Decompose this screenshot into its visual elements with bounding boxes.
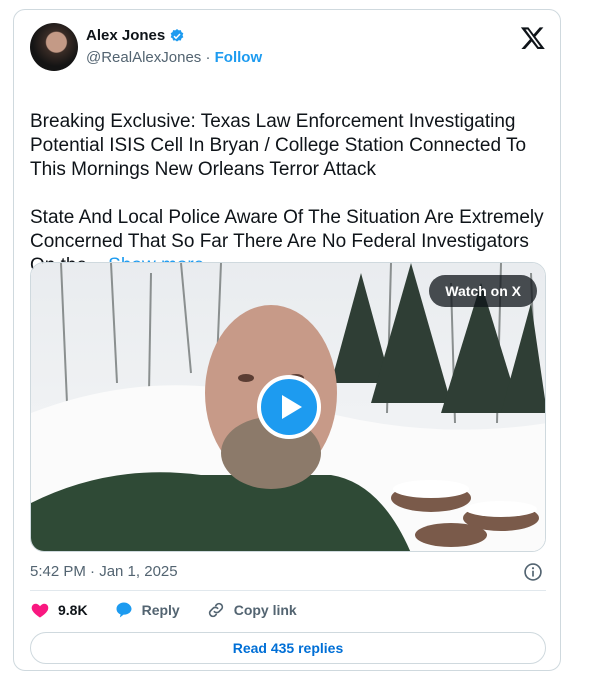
tweet-header: Alex Jones @RealAlexJones · Follow [30,23,546,75]
link-icon [208,602,223,618]
reply-label: Reply [141,602,180,618]
action-bar: 9.8K Reply Copy link [30,600,297,620]
follow-button[interactable]: Follow [215,49,263,66]
play-icon [282,395,302,419]
avatar[interactable] [30,23,78,71]
copy-link-label: Copy link [233,602,297,618]
watch-on-x-button[interactable]: Watch on X [429,275,537,307]
reply-bubble-icon [116,602,132,618]
tweet-paragraph-1: Breaking Exclusive: Texas Law Enforcemen… [30,111,527,180]
info-icon[interactable] [523,562,543,582]
verified-badge-icon [170,28,184,42]
play-button[interactable] [257,375,321,439]
read-replies-button[interactable]: Read 435 replies [30,632,546,664]
like-button[interactable]: 9.8K [30,600,88,620]
separator-dot: · [205,49,211,66]
x-logo-icon[interactable] [520,25,546,51]
author-name[interactable]: Alex Jones [86,27,165,44]
author-handle-row: @RealAlexJones · Follow [86,49,262,66]
copy-link-button[interactable]: Copy link [206,600,297,620]
like-count: 9.8K [58,602,88,618]
video-player[interactable]: Watch on X [30,262,546,552]
heart-icon [31,603,49,618]
divider [30,590,546,591]
author-name-row: Alex Jones [86,27,185,44]
tweet-timestamp[interactable]: 5:42 PM · Jan 1, 2025 [30,563,178,580]
author-handle[interactable]: @RealAlexJones [86,49,201,66]
tweet-text: Breaking Exclusive: Texas Law Enforcemen… [30,86,550,278]
tweet-card: Alex Jones @RealAlexJones · Follow Break… [13,9,561,671]
reply-button[interactable]: Reply [114,600,180,620]
